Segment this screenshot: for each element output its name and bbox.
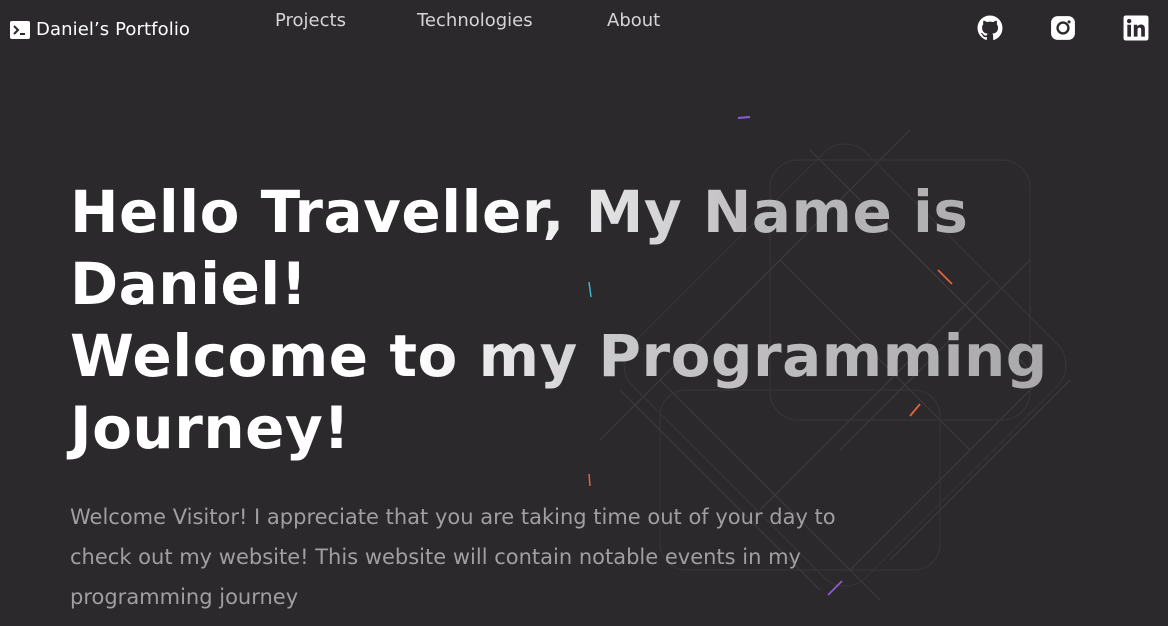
brand-name: Daniel’s Portfolio: [36, 19, 191, 40]
github-icon[interactable]: [977, 15, 1003, 41]
instagram-icon[interactable]: [1050, 15, 1076, 41]
hero-title: Hello Traveller, My Name is Daniel! Welc…: [70, 176, 1070, 464]
hero-title-line-4: Journey!: [70, 394, 351, 462]
top-navigation: Daniel’s Portfolio Projects Technologies…: [0, 0, 1168, 56]
hero-title-line-2: Daniel!: [70, 250, 308, 318]
terminal-icon: [10, 20, 30, 39]
linkedin-icon[interactable]: [1123, 15, 1149, 41]
hero-title-line-1: Hello Traveller, My Name is: [70, 176, 1070, 248]
brand-link[interactable]: Daniel’s Portfolio: [10, 19, 190, 40]
nav-link-projects[interactable]: Projects: [275, 10, 346, 31]
nav-link-about[interactable]: About: [607, 10, 660, 31]
hero-description: Welcome Visitor! I appreciate that you a…: [70, 505, 836, 609]
hero-title-line-3: Welcome to my Programming: [70, 320, 1070, 392]
page: Daniel’s Portfolio Projects Technologies…: [0, 0, 1168, 626]
nav-link-technologies[interactable]: Technologies: [417, 10, 533, 31]
